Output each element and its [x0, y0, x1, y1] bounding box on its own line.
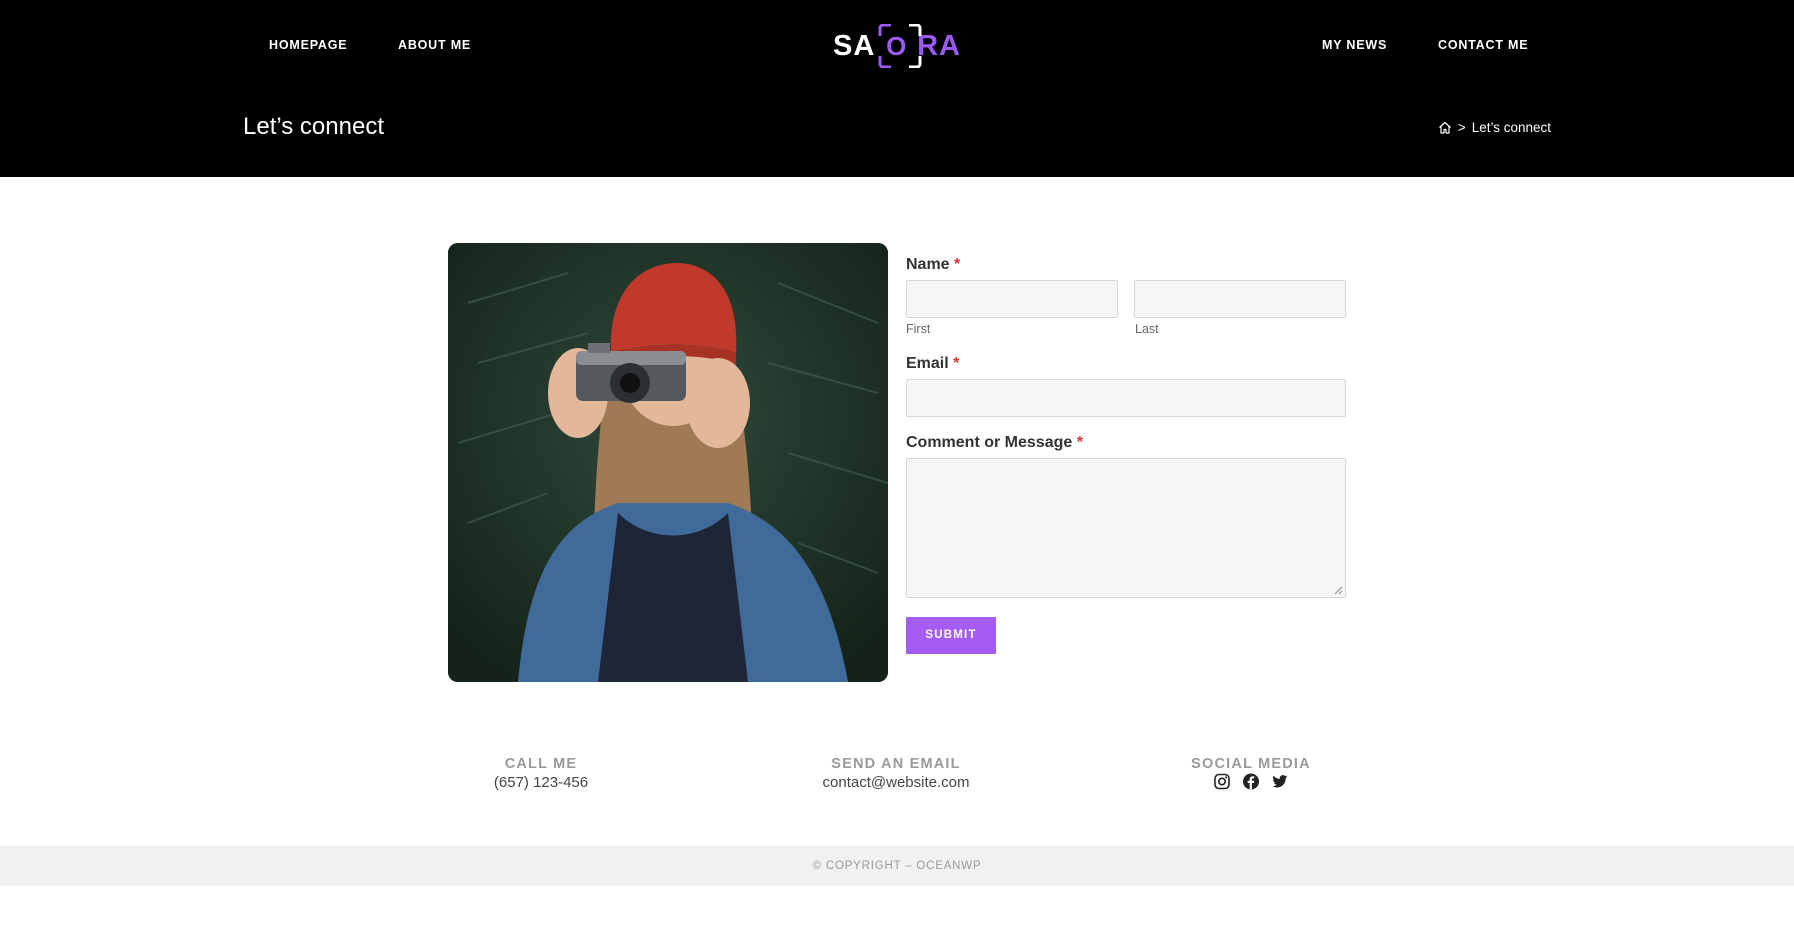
name-label-text: Name [906, 256, 950, 273]
email-label: Email * [906, 355, 959, 373]
site-header: HOMEPAGE ABOUT ME SA O RA MY NEWS CONTAC… [0, 0, 1794, 177]
message-label-text: Comment or Message [906, 434, 1073, 451]
copyright-text: © COPYRIGHT – OCEANWP [812, 860, 982, 872]
breadcrumb-current: Let’s connect [1471, 120, 1551, 135]
first-name-input[interactable] [906, 280, 1118, 318]
facebook-icon[interactable] [1243, 773, 1260, 790]
logo-text-right: RA [917, 29, 961, 62]
woman-with-camera-photo [448, 243, 888, 682]
send-email-title: SEND AN EMAIL [831, 756, 961, 772]
last-sublabel: Last [1135, 322, 1159, 336]
breadcrumb: > Let’s connect [1438, 120, 1551, 135]
email-input[interactable] [906, 379, 1346, 417]
breadcrumb-separator: > [1457, 120, 1466, 135]
message-textarea[interactable] [906, 458, 1346, 598]
home-icon[interactable] [1438, 121, 1452, 134]
required-mark: * [1076, 434, 1083, 451]
logo-frame-icon: O [878, 24, 922, 68]
call-me-title: CALL ME [504, 756, 578, 772]
page-title: Let’s connect [243, 113, 384, 140]
submit-button[interactable]: SUBMIT [906, 617, 996, 654]
instagram-icon[interactable] [1214, 773, 1231, 790]
phone-number[interactable]: (657) 123-456 [494, 774, 588, 791]
email-label-text: Email [906, 355, 949, 372]
twitter-icon[interactable] [1272, 773, 1289, 790]
nav-homepage[interactable]: HOMEPAGE [269, 38, 347, 52]
first-sublabel: First [906, 322, 931, 336]
resize-handle-icon[interactable] [1334, 586, 1343, 595]
site-footer: © COPYRIGHT – OCEANWP [0, 846, 1794, 886]
required-mark: * [954, 256, 961, 273]
logo-text-middle: O [886, 30, 907, 61]
last-name-input[interactable] [1134, 280, 1346, 318]
email-address[interactable]: contact@website.com [823, 774, 970, 791]
site-logo[interactable]: SA O RA [833, 24, 961, 68]
logo-text-left: SA [833, 29, 876, 62]
social-icons [1214, 773, 1289, 790]
message-label: Comment or Message * [906, 434, 1083, 452]
social-media-title: SOCIAL MEDIA [1191, 756, 1311, 772]
name-label: Name * [906, 256, 960, 274]
nav-about-me[interactable]: ABOUT ME [398, 38, 471, 52]
nav-my-news[interactable]: MY NEWS [1322, 38, 1387, 52]
nav-contact-me[interactable]: CONTACT ME [1438, 38, 1528, 52]
required-mark: * [953, 355, 960, 372]
